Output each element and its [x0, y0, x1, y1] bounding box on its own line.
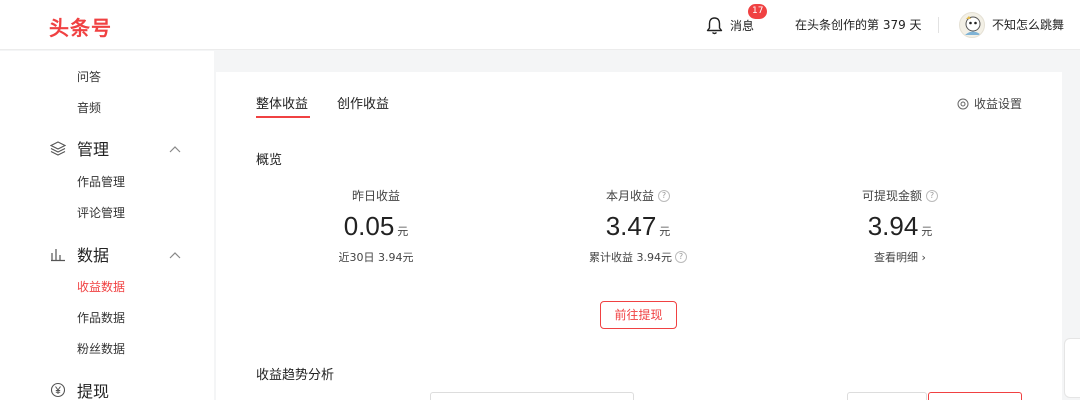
revenue-settings-link[interactable]: 收益设置 — [957, 95, 1022, 112]
tab-creation-revenue[interactable]: 创作收益 — [337, 93, 389, 112]
stat-unit: 元 — [921, 225, 933, 238]
stat-value: 0.05 — [343, 211, 395, 241]
sidebar-item-works-data[interactable]: 作品数据 — [77, 309, 125, 326]
sidebar-group-manage[interactable]: 管理 — [50, 138, 110, 159]
sidebar: 问答 音频 管理 作品管理 评论管理 数据 收益数据 作品数据 粉丝数据 提现 — [0, 51, 214, 400]
tab-overall-revenue[interactable]: 整体收益 — [256, 93, 308, 112]
sidebar-group-withdraw[interactable]: 提现 — [50, 380, 109, 400]
floating-help-button[interactable] — [1064, 338, 1080, 398]
yen-circle-icon — [50, 382, 66, 398]
gear-icon — [957, 98, 969, 109]
revenue-card: 整体收益 创作收益 收益设置 概览 昨日收益 0.05 元 近30日 3.94元… — [216, 72, 1062, 400]
go-withdraw-button[interactable]: 前往提现 — [600, 301, 677, 329]
stat-this-month: 本月收益 ? 3.47 元 累计收益 3.94元 ? — [538, 187, 738, 265]
date-range-picker[interactable] — [430, 392, 634, 400]
sidebar-item-works-manage[interactable]: 作品管理 — [77, 173, 125, 190]
sidebar-item-fans-data[interactable]: 粉丝数据 — [77, 340, 125, 357]
stat-label: 可提现金额 — [861, 189, 922, 203]
overview-title: 概览 — [256, 153, 283, 168]
top-header: 头条号 消息 17 在头条创作的第 379 天 不知怎么跳舞 — [0, 0, 1080, 50]
sidebar-item-comments-manage[interactable]: 评论管理 — [77, 204, 125, 221]
sidebar-item-revenue-data[interactable]: 收益数据 — [77, 278, 125, 295]
creation-days-text: 在头条创作的第 379 天 — [795, 18, 922, 32]
help-icon[interactable]: ? — [926, 189, 938, 202]
trend-analysis-title: 收益趋势分析 — [256, 368, 335, 383]
layers-icon — [50, 140, 66, 156]
stat-unit: 元 — [397, 225, 409, 238]
stat-sub: 近30日 3.94元 — [338, 251, 414, 264]
sidebar-group-label: 数据 — [77, 246, 110, 265]
stat-unit: 元 — [659, 225, 671, 238]
stat-withdrawable: 可提现金额 ? 3.94 元 查看明细 › — [800, 187, 1000, 265]
help-icon[interactable]: ? — [658, 189, 670, 202]
bar-chart-icon — [50, 246, 66, 262]
logo[interactable]: 头条号 — [49, 12, 112, 41]
sidebar-item-qa[interactable]: 问答 — [77, 68, 101, 85]
help-icon[interactable]: ? — [675, 251, 687, 263]
sidebar-group-label: 提现 — [77, 382, 110, 400]
sidebar-group-label: 管理 — [77, 140, 110, 159]
stat-label: 昨日收益 — [351, 189, 400, 203]
stat-value: 3.47 — [605, 211, 657, 241]
chevron-up-icon[interactable] — [169, 251, 181, 259]
active-tab-indicator — [256, 116, 310, 118]
notification-count-badge: 17 — [748, 4, 768, 19]
filter-option-active[interactable] — [928, 392, 1022, 400]
username[interactable]: 不知怎么跳舞 — [992, 16, 1064, 33]
stat-sub: 累计收益 3.94元 — [589, 251, 672, 264]
header-divider — [938, 17, 939, 33]
stat-yesterday: 昨日收益 0.05 元 近30日 3.94元 — [276, 187, 476, 265]
settings-label: 收益设置 — [973, 97, 1022, 111]
notifications-label: 消息 — [730, 18, 755, 33]
bell-icon — [706, 16, 723, 34]
avatar[interactable] — [959, 12, 985, 38]
chevron-up-icon[interactable] — [169, 145, 181, 153]
sidebar-item-audio[interactable]: 音频 — [77, 99, 101, 116]
stat-value: 3.94 — [867, 211, 919, 241]
stat-label: 本月收益 — [605, 189, 654, 203]
sidebar-group-data[interactable]: 数据 — [50, 244, 110, 265]
filter-option[interactable] — [847, 392, 927, 400]
notifications-button[interactable]: 消息 — [706, 15, 754, 35]
view-details-link[interactable]: 查看明细 › — [874, 249, 926, 265]
